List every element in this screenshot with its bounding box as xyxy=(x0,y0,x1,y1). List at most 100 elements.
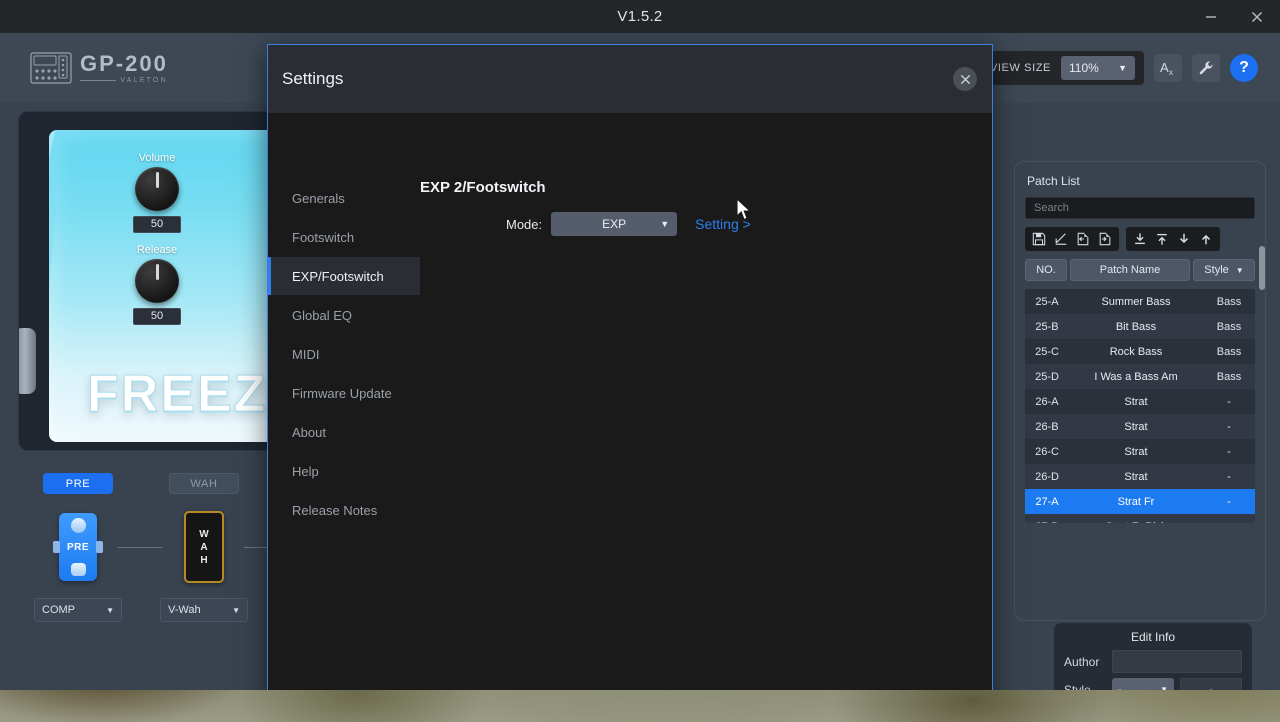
chain-select-wah[interactable]: V-Wah ▼ xyxy=(160,598,248,622)
column-header-patch-name[interactable]: Patch Name xyxy=(1070,259,1190,281)
patch-row-name: Strat xyxy=(1124,395,1148,408)
settings-nav-item-midi[interactable]: MIDI xyxy=(268,335,420,373)
chevron-down-icon: ▼ xyxy=(1160,685,1168,690)
text-subscript-icon: A x xyxy=(1160,60,1173,77)
patch-list-header: NO. Patch Name Style ▼ xyxy=(1025,259,1255,281)
pedal-wah-label-h: H xyxy=(200,554,208,566)
column-header-style-label: Style xyxy=(1204,264,1229,276)
upload-icon[interactable] xyxy=(1196,229,1216,249)
pedal-pre[interactable]: PRE xyxy=(53,513,103,581)
patch-row-no: 27-A xyxy=(1035,495,1059,508)
settings-nav-item-label: Global EQ xyxy=(292,307,352,323)
close-button[interactable] xyxy=(1234,0,1280,33)
settings-nav-item-about[interactable]: About xyxy=(268,413,420,451)
pedal-wah-label-a: A xyxy=(200,541,208,553)
patch-row-name: Rock Bass xyxy=(1109,345,1163,358)
settings-nav-item-release-notes[interactable]: Release Notes xyxy=(268,491,420,529)
view-size-group: VIEW SIZE 110% ▼ xyxy=(980,51,1144,85)
logo-wordmark: GP-200 VALETON xyxy=(80,52,168,84)
settings-nav-item-help[interactable]: Help xyxy=(268,452,420,490)
settings-nav-item-generals[interactable]: Generals xyxy=(268,179,420,217)
knob-release-dial[interactable] xyxy=(135,259,179,303)
tools-button[interactable] xyxy=(1192,54,1220,82)
svg-text:A: A xyxy=(1160,60,1169,75)
patch-row-name: Strat xyxy=(1124,445,1148,458)
settings-main: EXP 2/Footswitch Mode: EXP ▼ Setting > xyxy=(420,113,992,690)
column-header-style[interactable]: Style ▼ xyxy=(1193,259,1255,281)
knob-release-value: 50 xyxy=(133,308,181,325)
patch-row-name: Strat Fr xyxy=(1117,495,1155,508)
font-size-button[interactable]: A x xyxy=(1154,54,1182,82)
view-size-select[interactable]: 110% ▼ xyxy=(1061,56,1135,80)
patch-row[interactable]: 26-D Strat - xyxy=(1025,464,1255,489)
logo-brand: VALETON xyxy=(120,76,168,84)
patch-row[interactable]: 27-BStrat Fr Rick- xyxy=(1025,514,1255,523)
help-button[interactable]: ? xyxy=(1230,54,1258,82)
pedal-switch-icon xyxy=(70,563,86,577)
chain-wire xyxy=(118,547,162,548)
patch-row[interactable]: 25-B Bit Bass Bass xyxy=(1025,314,1255,339)
pedal-jack xyxy=(19,328,36,394)
pedal-wah[interactable]: W A H xyxy=(184,511,224,583)
settings-dialog-body: Generals Footswitch EXP/Footswitch Global E… xyxy=(268,113,992,690)
patch-toolbar-transfer-group xyxy=(1126,227,1220,251)
rename-icon[interactable] xyxy=(1051,229,1071,249)
patch-list-rows: 25-A Summer Bass Bass 25-B Bit Bass Bass 25-C R… xyxy=(1025,289,1255,523)
patch-row-style: - xyxy=(1227,495,1231,508)
settings-nav-item-exp-footswitch[interactable]: EXP/Footswitch xyxy=(268,257,420,295)
settings-nav-item-footswitch[interactable]: Footswitch xyxy=(268,218,420,256)
settings-close-button[interactable] xyxy=(953,67,977,91)
patch-row[interactable]: 26-C Strat - xyxy=(1025,439,1255,464)
download-icon[interactable] xyxy=(1174,229,1194,249)
patch-row[interactable]: 25-C Rock Bass Bass xyxy=(1025,339,1255,364)
patch-toolbar xyxy=(1025,227,1255,251)
setting-link[interactable]: Setting > xyxy=(695,216,751,232)
patch-row-no: 26-C xyxy=(1035,445,1059,458)
column-header-no[interactable]: NO. xyxy=(1025,259,1067,281)
patch-row-name: Strat xyxy=(1124,470,1148,483)
mode-select[interactable]: EXP ▼ xyxy=(551,212,678,236)
chain-pedal-wah: W A H xyxy=(118,508,246,586)
svg-text:x: x xyxy=(1169,68,1173,77)
settings-dialog-title: Settings xyxy=(282,69,344,88)
patch-row[interactable]: 27-A Strat Fr - xyxy=(1025,489,1255,514)
knob-volume-dial[interactable] xyxy=(135,167,179,211)
settings-nav-item-firmware-update[interactable]: Firmware Update xyxy=(268,374,420,412)
knob-volume[interactable]: Volume 50 xyxy=(127,152,187,233)
application-window: V1.5.2 GP-200 VALETON VIEW SIZE 110% ▼ A… xyxy=(0,0,1280,690)
export-icon[interactable] xyxy=(1095,229,1115,249)
patch-row-no: 27-B xyxy=(1025,521,1069,524)
save-icon[interactable] xyxy=(1029,229,1049,249)
settings-nav-item-label: Generals xyxy=(292,190,345,206)
settings-nav-item-global-eq[interactable]: Global EQ xyxy=(268,296,420,334)
patch-row[interactable]: 26-A Strat - xyxy=(1025,389,1255,414)
patch-row[interactable]: 25-A Summer Bass Bass xyxy=(1025,289,1255,314)
style-select[interactable]: - ▼ xyxy=(1112,678,1174,690)
chevron-down-icon: ▼ xyxy=(232,605,240,615)
chain-tag-wah[interactable]: WAH xyxy=(169,473,239,494)
knob-volume-value: 50 xyxy=(133,216,181,233)
upload-all-icon[interactable] xyxy=(1152,229,1172,249)
chevron-down-icon: ▼ xyxy=(1235,265,1244,275)
settings-nav-item-label: Footswitch xyxy=(292,229,355,245)
author-field[interactable] xyxy=(1112,650,1242,673)
patch-row-style: Bass xyxy=(1216,320,1242,333)
patch-row-style: Bass xyxy=(1216,345,1242,358)
chain-select-wah-value: V-Wah xyxy=(168,604,201,616)
download-all-icon[interactable] xyxy=(1130,229,1150,249)
settings-dialog: Settings Generals Footswitch EXP/Footswitc… xyxy=(267,44,993,690)
style-label: Style xyxy=(1064,682,1091,691)
edit-info-title: Edit Info xyxy=(1130,630,1176,644)
chain-tag-pre[interactable]: PRE xyxy=(43,473,113,494)
section-title: EXP 2/Footswitch xyxy=(420,179,546,196)
import-icon[interactable] xyxy=(1073,229,1093,249)
minimize-button[interactable] xyxy=(1188,0,1234,33)
patch-list-scrollbar[interactable] xyxy=(1259,246,1265,290)
search-input[interactable] xyxy=(1025,197,1255,219)
style-secondary-field[interactable]: - xyxy=(1180,678,1242,690)
patch-row[interactable]: 25-D I Was a Bass Am Bass xyxy=(1025,364,1255,389)
knob-release[interactable]: Release 50 xyxy=(127,244,187,325)
chain-select-pre[interactable]: COMP ▼ xyxy=(34,598,122,622)
knob-volume-label: Volume xyxy=(138,152,176,164)
patch-row[interactable]: 26-B Strat - xyxy=(1025,414,1255,439)
